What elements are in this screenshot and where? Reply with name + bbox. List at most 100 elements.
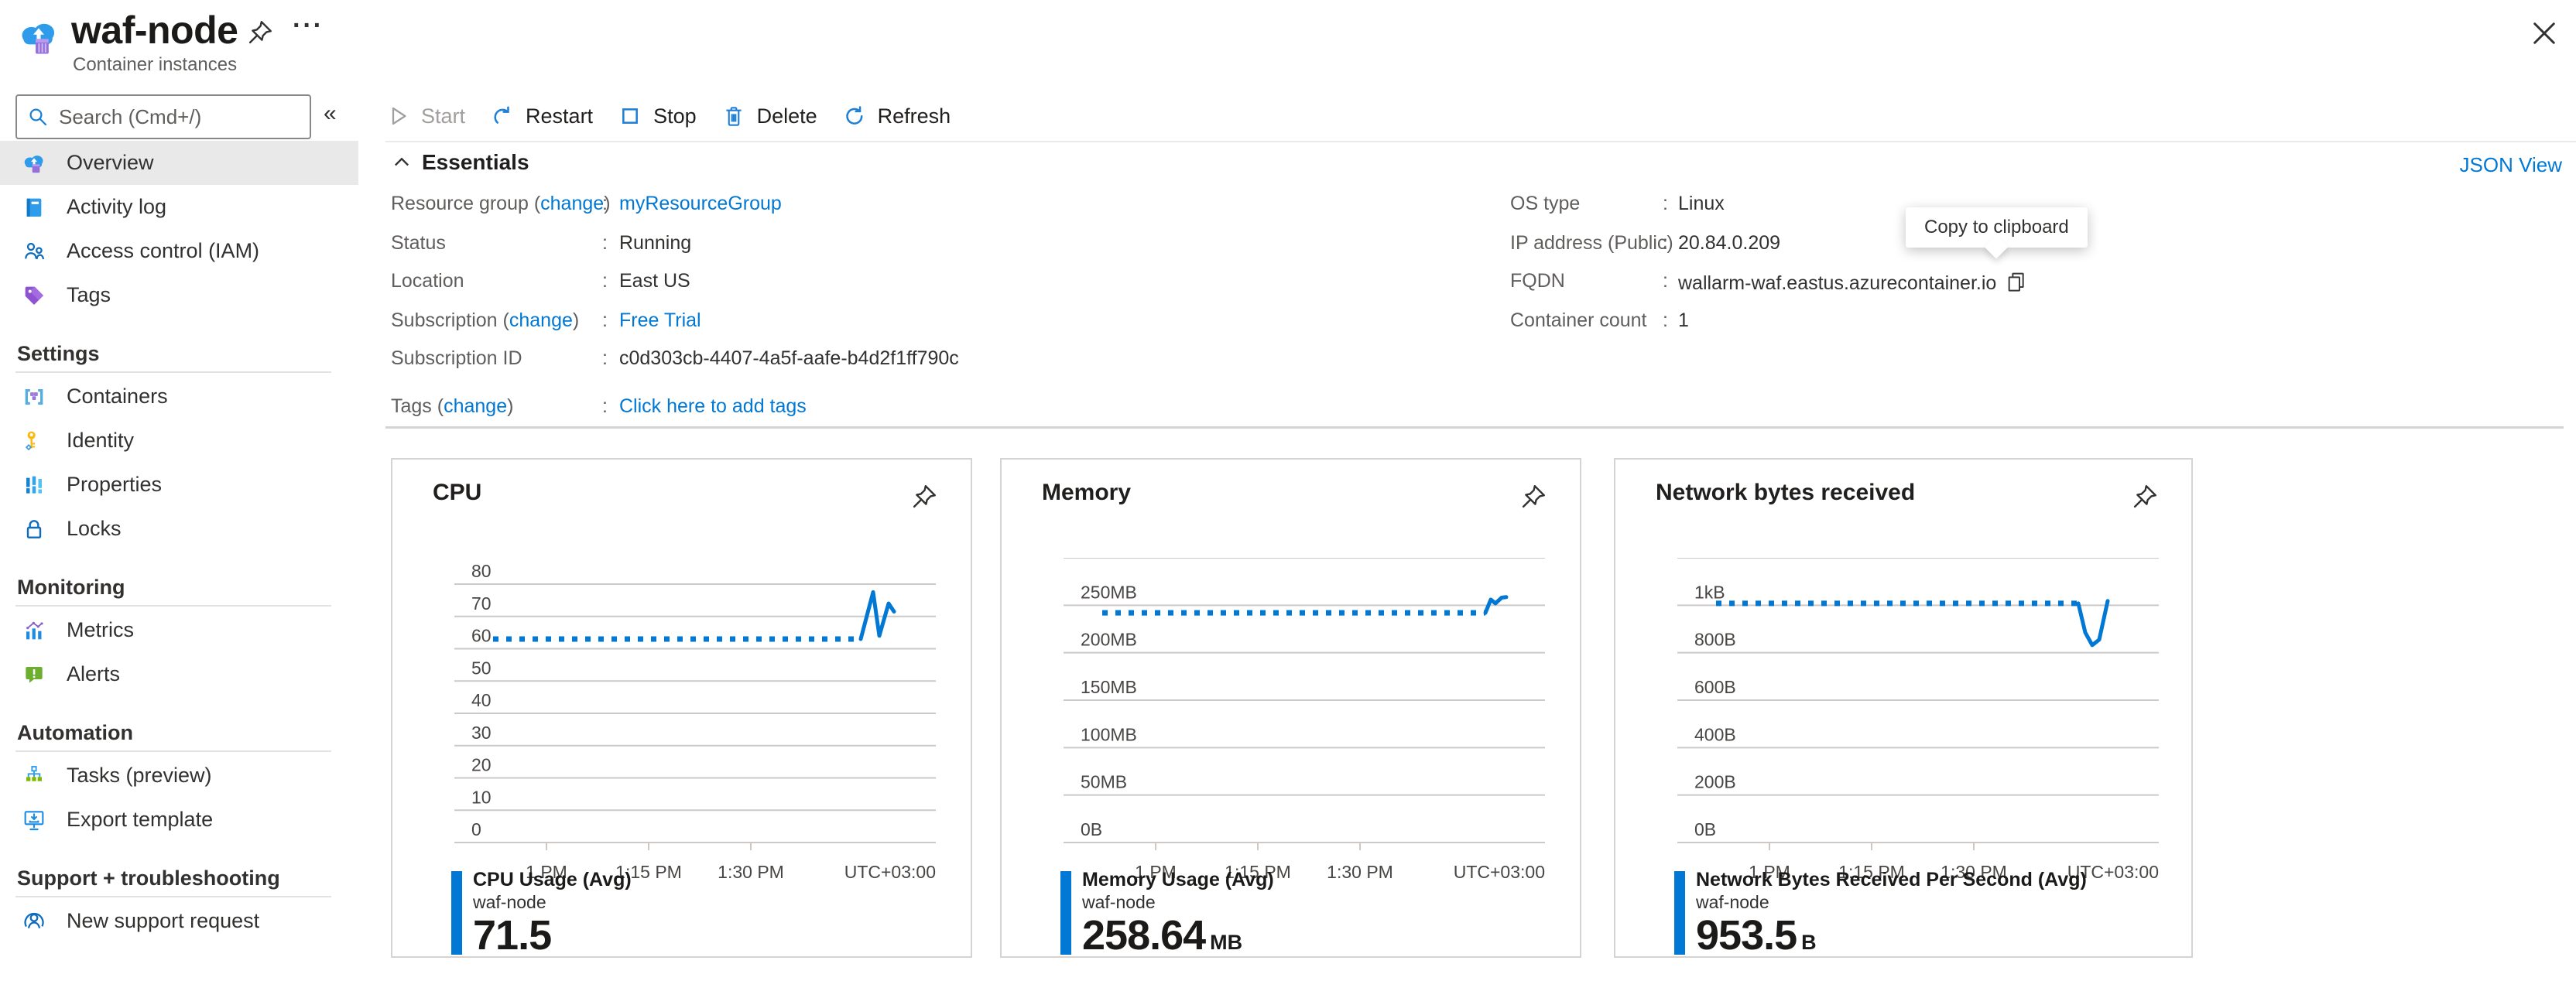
chart-title: Network bytes received — [1656, 480, 1915, 506]
status-value: Running — [619, 232, 691, 255]
chart-title: Memory — [1042, 480, 1131, 506]
sidebar-item-identity[interactable]: Identity — [0, 419, 358, 463]
json-view-link[interactable]: JSON View — [2460, 153, 2562, 177]
azure-container-instance-overview: waf-node Container instances ··· « — [0, 0, 2576, 981]
tasks-icon — [22, 764, 46, 788]
svg-text:1kB: 1kB — [1694, 582, 1725, 602]
legend-value: 258.64MB — [1082, 913, 1274, 965]
change-link[interactable]: change — [509, 309, 573, 331]
sidebar-item-new-support-request[interactable]: New support request — [0, 899, 358, 943]
divider — [385, 141, 2576, 142]
essentials-row-status: Status : Running — [391, 232, 446, 260]
essentials-row-subscription-id: Subscription ID : c0d303cb-4407-4a5f-aaf… — [391, 347, 522, 375]
export-template-icon — [22, 808, 46, 832]
page-title: waf-node — [71, 8, 238, 53]
search-icon — [26, 105, 50, 128]
containers-icon — [22, 385, 46, 409]
location-value: East US — [619, 270, 690, 292]
svg-text:800B: 800B — [1694, 630, 1736, 650]
refresh-button[interactable]: Refresh — [842, 104, 951, 128]
sidebar-item-alerts[interactable]: Alerts — [0, 652, 358, 696]
divider — [15, 605, 331, 607]
close-icon[interactable] — [2528, 17, 2561, 50]
pin-icon[interactable] — [1519, 483, 1547, 511]
svg-text:1:30 PM: 1:30 PM — [1327, 862, 1393, 882]
tags-icon — [22, 283, 46, 308]
svg-text:10: 10 — [471, 787, 492, 807]
section-title: Monitoring — [0, 566, 358, 605]
sidebar-item-metrics[interactable]: Metrics — [0, 608, 358, 652]
copy-to-clipboard-tooltip: Copy to clipboard — [1906, 207, 2088, 248]
svg-text:20: 20 — [471, 755, 492, 775]
properties-icon — [22, 473, 46, 497]
sidebar-item-containers[interactable]: Containers — [0, 374, 358, 419]
more-options-icon[interactable]: ··· — [293, 11, 324, 41]
sidebar-item-tags[interactable]: Tags — [0, 273, 358, 317]
fqdn-value: wallarm-waf.eastus.azurecontainer.io — [1678, 270, 2029, 295]
search-input[interactable] — [59, 105, 291, 129]
change-link[interactable]: change — [540, 193, 604, 214]
sidebar-section-automation: Automation Tasks (preview) — [0, 712, 358, 842]
subscription-link[interactable]: Free Trial — [619, 309, 701, 332]
restart-icon — [490, 104, 515, 128]
svg-text:250MB: 250MB — [1081, 582, 1137, 602]
os-type-value: Linux — [1678, 193, 1725, 215]
essentials-row-resource-group: Resource group (change) : myResourceGrou… — [391, 193, 611, 220]
identity-key-icon — [22, 429, 46, 453]
ip-address-value: 20.84.0.209 — [1678, 232, 1780, 255]
network-chart[interactable]: 0B200B400B600B800B1kB1.2kB1 PM1:15 PM1:3… — [1677, 558, 2159, 889]
legend-color-bar — [1674, 871, 1685, 955]
sidebar-section-monitoring: Monitoring Metrics — [0, 566, 358, 696]
essentials-row-container-count: Container count : 1 — [1510, 309, 1647, 337]
svg-text:0: 0 — [471, 819, 481, 839]
sidebar-item-properties[interactable]: Properties — [0, 463, 358, 507]
svg-text:UTC+03:00: UTC+03:00 — [844, 862, 936, 882]
chart-title: CPU — [433, 480, 481, 506]
cpu-chart[interactable]: 010203040506070801 PM1:15 PM1:30 PMUTC+0… — [454, 558, 936, 889]
copy-icon[interactable] — [2004, 270, 2029, 295]
sidebar-item-overview[interactable]: Overview — [0, 141, 358, 185]
svg-text:0B: 0B — [1081, 819, 1102, 839]
sidebar-item-access-control[interactable]: Access control (IAM) — [0, 229, 358, 273]
divider — [15, 750, 331, 752]
container-instances-icon — [22, 151, 46, 176]
sidebar-item-tasks[interactable]: Tasks (preview) — [0, 754, 358, 798]
chevron-up-icon — [391, 152, 413, 173]
svg-text:200MB: 200MB — [1081, 630, 1137, 650]
memory-chart[interactable]: 0B50MB100MB150MB200MB250MB300MB1 PM1:15 … — [1064, 558, 1545, 889]
divider — [385, 426, 2564, 429]
chart-legend: Network Bytes Received Per Second (Avg) … — [1674, 868, 2087, 965]
essentials-toggle[interactable]: Essentials — [391, 150, 529, 175]
sidebar-collapse-icon[interactable]: « — [324, 101, 337, 127]
svg-text:80: 80 — [471, 561, 492, 581]
svg-text:30: 30 — [471, 723, 492, 743]
sidebar-section-settings: Settings Containers — [0, 333, 358, 551]
essentials-row-fqdn: FQDN : wallarm-waf.eastus.azurecontainer… — [1510, 270, 1565, 298]
change-link[interactable]: change — [444, 395, 507, 417]
start-button[interactable]: Start — [385, 104, 465, 128]
chart-card-memory: Memory 0B50MB100MB150MB200MB250MB300MB1 … — [1000, 458, 1581, 958]
metrics-icon — [22, 618, 46, 643]
command-bar: Start Restart Stop Delete Refresh — [385, 91, 975, 141]
pin-icon[interactable] — [2131, 483, 2159, 511]
pin-icon[interactable] — [910, 483, 938, 511]
stop-button[interactable]: Stop — [618, 104, 697, 128]
svg-text:100MB: 100MB — [1081, 724, 1137, 744]
lock-icon — [22, 517, 46, 542]
divider — [15, 371, 331, 373]
sidebar-item-activity-log[interactable]: Activity log — [0, 185, 358, 229]
add-tags-link[interactable]: Click here to add tags — [619, 395, 807, 418]
delete-button[interactable]: Delete — [721, 104, 817, 128]
sidebar-item-locks[interactable]: Locks — [0, 507, 358, 551]
chart-legend: CPU Usage (Avg) waf-node 71.5 — [451, 868, 632, 965]
svg-text:200B: 200B — [1694, 772, 1736, 792]
page-subtitle: Container instances — [73, 54, 237, 76]
pin-icon[interactable] — [246, 19, 274, 46]
sidebar-search[interactable] — [15, 94, 311, 139]
sidebar-item-export-template[interactable]: Export template — [0, 798, 358, 842]
play-icon — [385, 104, 410, 128]
resource-group-link[interactable]: myResourceGroup — [619, 193, 782, 215]
restart-button[interactable]: Restart — [490, 104, 593, 128]
svg-text:UTC+03:00: UTC+03:00 — [1454, 862, 1545, 882]
essentials-row-os-type: OS type : Linux — [1510, 193, 1580, 220]
